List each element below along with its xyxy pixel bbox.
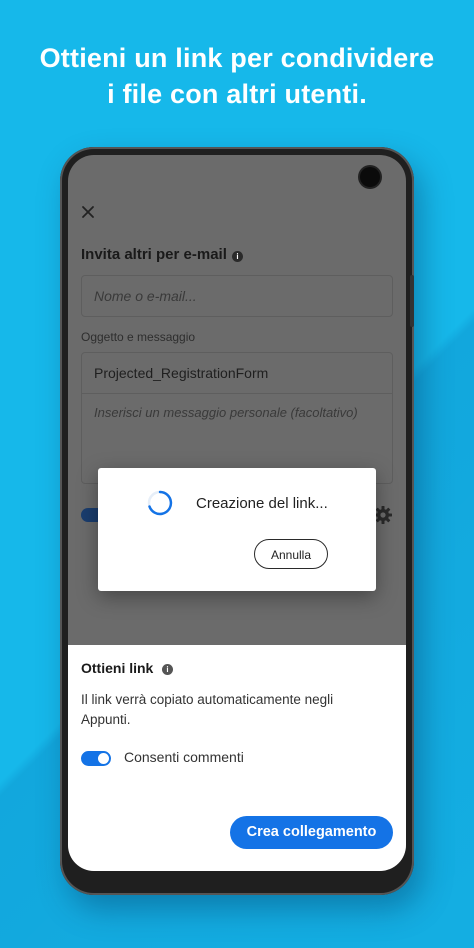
allow-comments-toggle[interactable] bbox=[81, 751, 111, 766]
create-link-button[interactable]: Crea collegamento bbox=[230, 816, 393, 849]
get-link-sheet: Ottieni link i Il link verrà copiato aut… bbox=[68, 645, 406, 871]
dialog-text: Creazione del link... bbox=[196, 495, 328, 512]
divider bbox=[82, 393, 392, 394]
name-email-placeholder: Nome o e-mail... bbox=[94, 288, 197, 304]
subject-label: Oggetto e messaggio bbox=[81, 330, 196, 344]
headline: Ottieni un link per condividere i file c… bbox=[0, 40, 474, 112]
toggle-knob bbox=[98, 753, 109, 764]
subject-input[interactable]: Projected_RegistrationForm bbox=[94, 365, 268, 381]
sheet-title: Ottieni link bbox=[81, 660, 154, 676]
name-email-input[interactable]: Nome o e-mail... bbox=[81, 275, 393, 317]
spinner-icon bbox=[147, 490, 173, 516]
invite-title: Invita altri per e-mail bbox=[81, 246, 227, 263]
sheet-description: Il link verrà copiato automaticamente ne… bbox=[81, 692, 334, 727]
cancel-button[interactable]: Annulla bbox=[254, 539, 328, 569]
front-camera bbox=[360, 167, 380, 187]
allow-comments-label: Consenti commenti bbox=[124, 749, 244, 765]
headline-line-1: Ottieni un link per condividere bbox=[39, 43, 435, 73]
subject-message-box[interactable]: Projected_RegistrationForm Inserisci un … bbox=[81, 352, 393, 484]
close-icon[interactable] bbox=[81, 205, 95, 219]
creating-link-dialog: Creazione del link... Annulla bbox=[98, 468, 376, 591]
headline-line-2: i file con altri utenti. bbox=[107, 79, 367, 109]
info-icon[interactable]: i bbox=[162, 661, 173, 679]
phone-side-button bbox=[410, 275, 414, 327]
gear-icon[interactable] bbox=[373, 505, 393, 525]
message-input[interactable]: Inserisci un messaggio personale (facolt… bbox=[94, 405, 358, 420]
info-icon[interactable]: i bbox=[232, 248, 243, 266]
